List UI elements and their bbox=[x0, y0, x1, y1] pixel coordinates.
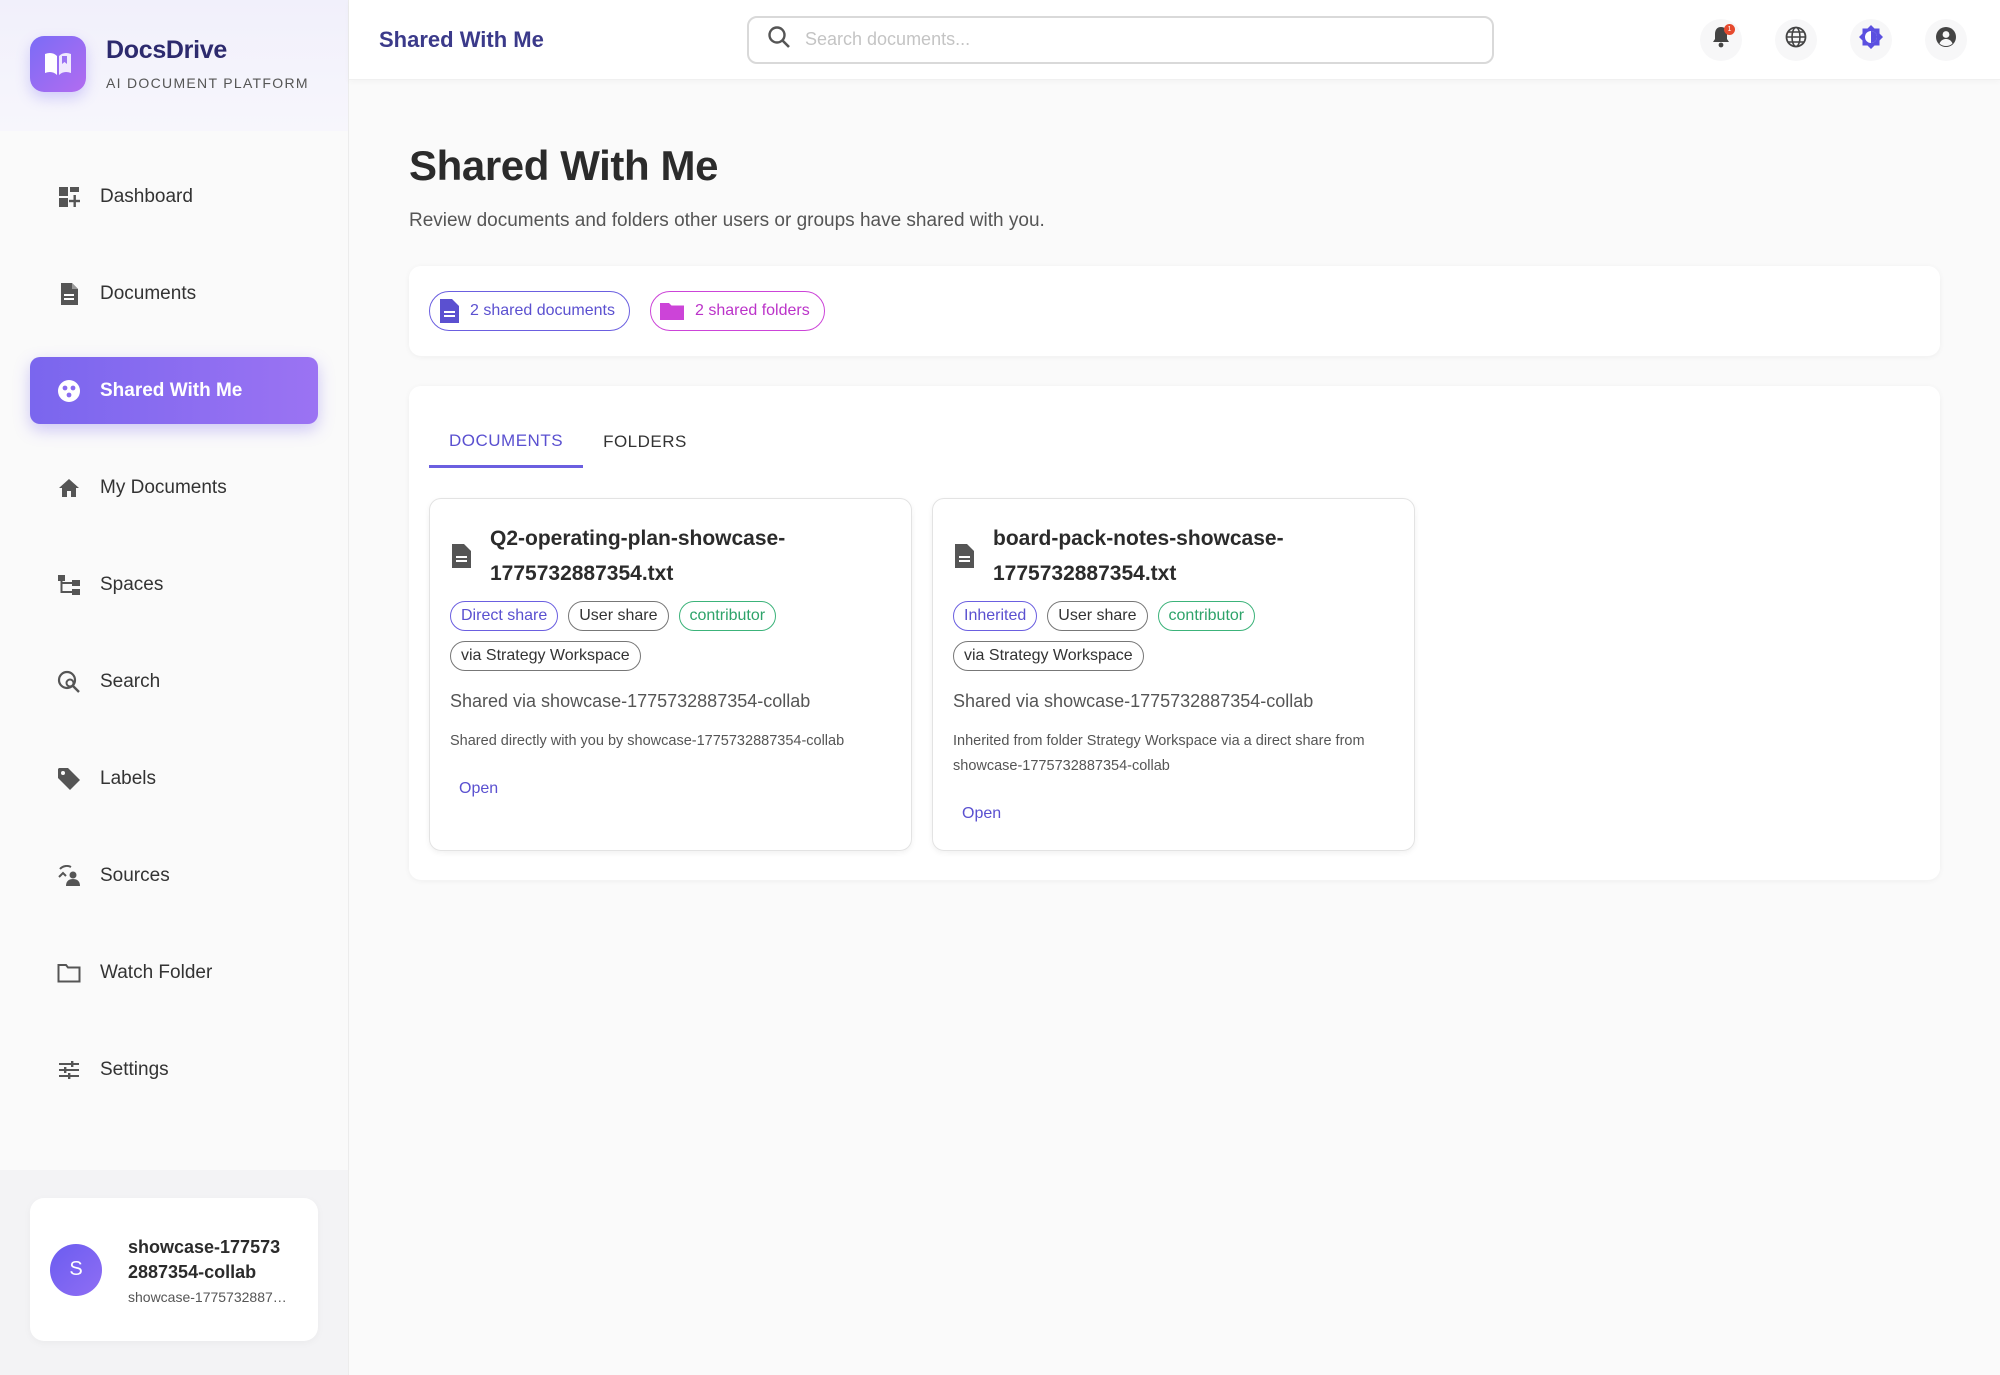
dashboard-icon bbox=[56, 184, 82, 210]
document-icon bbox=[450, 543, 480, 569]
folder-icon bbox=[56, 960, 82, 986]
sidebar-nav: Dashboard Documents Shared With Me My Do… bbox=[0, 131, 348, 1103]
page-content: Shared With Me Review documents and fold… bbox=[349, 80, 2000, 880]
brand-subtitle: AI DOCUMENT PLATFORM bbox=[106, 75, 309, 91]
sidebar-item-my-documents[interactable]: My Documents bbox=[30, 454, 318, 521]
shared-folders-chip[interactable]: 2 shared folders bbox=[649, 291, 825, 331]
theme-icon bbox=[1858, 24, 1884, 55]
search-icon bbox=[56, 669, 82, 695]
share-type-tag: Direct share bbox=[450, 601, 559, 631]
role-tag: contributor bbox=[678, 601, 777, 631]
sidebar-item-label: Settings bbox=[100, 1059, 169, 1080]
shared-icon bbox=[56, 378, 82, 404]
tab-bar: DOCUMENTS FOLDERS bbox=[429, 416, 1920, 468]
brand-logo-icon bbox=[30, 36, 86, 92]
language-button[interactable] bbox=[1775, 18, 1817, 61]
sidebar-item-label: Dashboard bbox=[100, 186, 193, 207]
settings-icon bbox=[56, 1057, 82, 1083]
role-tag: contributor bbox=[1157, 601, 1256, 631]
shared-documents-chip[interactable]: 2 shared documents bbox=[429, 291, 630, 331]
sidebar-item-label: Documents bbox=[100, 283, 197, 304]
sidebar-item-label: My Documents bbox=[100, 477, 227, 498]
search-input[interactable] bbox=[805, 29, 1474, 50]
document-card-list: Q2-operating-plan-showcase- 177573288735… bbox=[429, 498, 1920, 851]
user-panel: S showcase-1775732887354-collab showcase… bbox=[0, 1170, 348, 1375]
user-card[interactable]: S showcase-1775732887354-collab showcase… bbox=[30, 1198, 318, 1341]
document-icon bbox=[953, 543, 983, 569]
label-icon bbox=[56, 766, 82, 792]
open-button[interactable]: Open bbox=[953, 805, 1001, 823]
document-icon bbox=[438, 298, 460, 324]
avatar: S bbox=[50, 1243, 102, 1296]
via-space-tag: via Strategy Workspace bbox=[450, 641, 641, 671]
sidebar-item-search[interactable]: Search bbox=[30, 648, 318, 715]
shared-folders-count: 2 shared folders bbox=[694, 302, 810, 319]
share-description: Inherited from folder Strategy Workspace… bbox=[953, 733, 1365, 774]
search-box bbox=[747, 15, 1494, 64]
sidebar-item-label: Search bbox=[100, 671, 161, 692]
sidebar-item-settings[interactable]: Settings bbox=[30, 1036, 318, 1103]
document-title[interactable]: board-pack-notes-showcase- 1775732887354… bbox=[993, 521, 1284, 591]
sidebar-item-dashboard[interactable]: Dashboard bbox=[30, 163, 318, 230]
shared-via-text: Shared via showcase-1775732887354-collab bbox=[450, 691, 811, 711]
share-source-tag: User share bbox=[1047, 601, 1148, 631]
sources-icon bbox=[56, 863, 82, 889]
theme-toggle-button[interactable] bbox=[1850, 18, 1892, 61]
sidebar-item-documents[interactable]: Documents bbox=[30, 260, 318, 327]
sidebar-item-label: Shared With Me bbox=[100, 380, 243, 401]
sidebar-item-label: Sources bbox=[100, 865, 170, 886]
share-description: Shared directly with you by showcase-177… bbox=[450, 733, 845, 749]
tab-documents[interactable]: DOCUMENTS bbox=[429, 416, 584, 468]
user-name: showcase-1775732887354-collab bbox=[128, 1236, 281, 1282]
account-button[interactable] bbox=[1925, 18, 1967, 61]
search-icon bbox=[767, 25, 791, 54]
share-source-tag: User share bbox=[568, 601, 669, 631]
document-card[interactable]: Q2-operating-plan-showcase- 177573288735… bbox=[429, 498, 912, 851]
notification-badge: 1 bbox=[1724, 23, 1735, 35]
shared-items-panel: DOCUMENTS FOLDERS Q2-operating-plan-show… bbox=[409, 386, 1940, 880]
share-summary: 2 shared documents 2 shared folders bbox=[409, 266, 1940, 356]
sidebar-item-sources[interactable]: Sources bbox=[30, 842, 318, 909]
share-type-tag: Inherited bbox=[953, 601, 1038, 631]
folder-icon bbox=[659, 301, 685, 321]
sidebar-item-label: Spaces bbox=[100, 574, 164, 595]
spaces-icon bbox=[56, 572, 82, 598]
sidebar-item-labels[interactable]: Labels bbox=[30, 745, 318, 812]
document-icon bbox=[56, 281, 82, 307]
document-card[interactable]: board-pack-notes-showcase- 1775732887354… bbox=[932, 498, 1415, 851]
document-title[interactable]: Q2-operating-plan-showcase- 177573288735… bbox=[490, 521, 785, 591]
globe-icon bbox=[1785, 26, 1807, 53]
notifications-button[interactable]: 1 bbox=[1700, 18, 1742, 61]
main-content: Shared With Me 1 bbox=[349, 0, 2000, 1375]
sidebar: DocsDrive AI DOCUMENT PLATFORM Dashboard… bbox=[0, 0, 349, 1375]
page-subtitle: Review documents and folders other users… bbox=[409, 210, 1045, 231]
page-title: Shared With Me bbox=[409, 142, 719, 189]
top-bar: Shared With Me 1 bbox=[349, 0, 2000, 80]
tab-folders[interactable]: FOLDERS bbox=[583, 416, 707, 468]
sidebar-item-shared-with-me[interactable]: Shared With Me bbox=[30, 357, 318, 424]
sidebar-item-spaces[interactable]: Spaces bbox=[30, 551, 318, 618]
home-icon bbox=[56, 475, 82, 501]
open-button[interactable]: Open bbox=[450, 780, 498, 798]
brand: DocsDrive AI DOCUMENT PLATFORM bbox=[0, 0, 348, 131]
brand-name: DocsDrive bbox=[106, 36, 227, 64]
sidebar-item-label: Watch Folder bbox=[100, 962, 213, 983]
via-space-tag: via Strategy Workspace bbox=[953, 641, 1144, 671]
shared-documents-count: 2 shared documents bbox=[470, 302, 615, 319]
shared-via-text: Shared via showcase-1775732887354-collab bbox=[953, 691, 1314, 711]
user-email: showcase-1775732887354-collab bbox=[128, 1288, 293, 1305]
account-icon bbox=[1935, 26, 1957, 53]
sidebar-item-label: Labels bbox=[100, 768, 156, 789]
sidebar-item-watch-folder[interactable]: Watch Folder bbox=[30, 939, 318, 1006]
header-title: Shared With Me bbox=[379, 26, 544, 52]
